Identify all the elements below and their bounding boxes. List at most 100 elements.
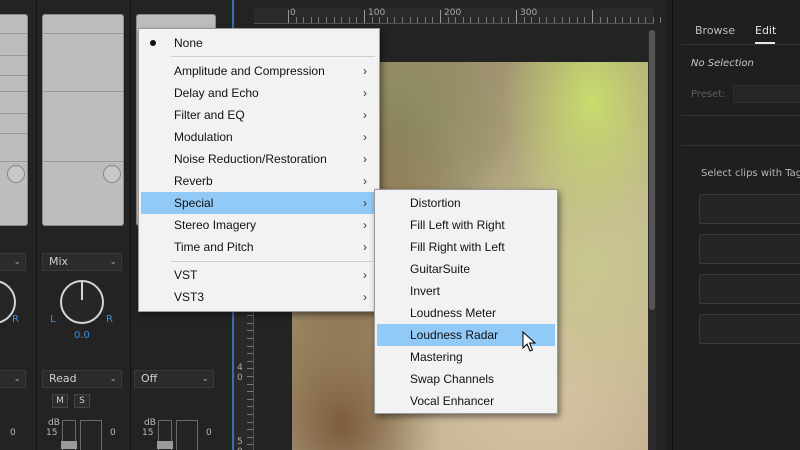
volume-fader[interactable] (61, 420, 77, 450)
special-submenu: Distortion Fill Left with Right Fill Rig… (374, 189, 558, 414)
ruler-tick (592, 10, 593, 23)
db-scale-0: 0 (206, 428, 212, 438)
ruler-tick (247, 360, 253, 362)
effect-rack-slot[interactable] (0, 14, 28, 226)
menu-item-label: Modulation (174, 130, 233, 144)
submenu-item-fill-left[interactable]: Fill Left with Right (377, 214, 555, 236)
vertical-ruler: 4 0 5 0 (234, 300, 254, 450)
preset-dropdown[interactable] (733, 85, 800, 103)
ruler-tick (247, 398, 253, 400)
ruler-tick (247, 322, 253, 324)
menu-item-label: None (174, 36, 203, 50)
submenu-arrow-icon: › (363, 130, 367, 144)
menu-item-none[interactable]: None (141, 32, 377, 54)
menu-item-time-pitch[interactable]: Time and Pitch › (141, 236, 377, 258)
ruler-tick (455, 17, 457, 23)
ruler-tick (645, 17, 647, 23)
automation-value: Off (141, 372, 158, 385)
submenu-item-loudness-meter[interactable]: Loudness Meter (377, 302, 555, 324)
menu-item-special[interactable]: Special › (141, 192, 377, 214)
submenu-item-guitarsuite[interactable]: GuitarSuite (377, 258, 555, 280)
ruler-tick (310, 17, 312, 23)
menu-item-label: Special (174, 196, 214, 210)
ruler-tick (447, 17, 449, 23)
mute-button[interactable]: M (52, 394, 68, 408)
ruler-tick (247, 414, 253, 415)
automation-dropdown[interactable]: ⌄ (0, 370, 26, 388)
pan-knob[interactable] (60, 280, 104, 324)
ruler-tick (247, 345, 253, 347)
menu-item-filter[interactable]: Filter and EQ › (141, 104, 377, 126)
submenu-item-fill-right[interactable]: Fill Right with Left (377, 236, 555, 258)
menu-item-label: Vocal Enhancer (410, 394, 495, 408)
automation-dropdown[interactable]: Read ⌄ (42, 370, 122, 388)
ruler-tick (599, 17, 601, 23)
submenu-item-invert[interactable]: Invert (377, 280, 555, 302)
channel-mode-dropdown[interactable]: ⌄ (0, 253, 26, 271)
menu-item-label: Time and Pitch (174, 240, 254, 254)
ruler-tick (341, 17, 343, 23)
menu-item-delay[interactable]: Delay and Echo › (141, 82, 377, 104)
ruler-tick (630, 17, 631, 23)
menu-item-reverb[interactable]: Reverb › (141, 170, 377, 192)
slot-knob[interactable] (103, 165, 121, 183)
menu-item-label: Delay and Echo (174, 86, 259, 100)
submenu-item-distortion[interactable]: Distortion (377, 192, 555, 214)
ruler-tick (508, 17, 510, 23)
selection-status: No Selection (691, 58, 754, 69)
ruler-tick (523, 17, 525, 23)
tab-edit[interactable]: Edit (755, 24, 776, 37)
ruler-tick (470, 17, 472, 23)
ruler-label: 4 (237, 363, 243, 373)
submenu-arrow-icon: › (363, 218, 367, 232)
ruler-tick (247, 406, 253, 408)
volume-fader[interactable] (157, 420, 173, 450)
menu-item-vst3[interactable]: VST3 › (141, 286, 377, 308)
submenu-arrow-icon: › (363, 290, 367, 304)
channel-mode-dropdown[interactable]: Mix ⌄ (42, 253, 122, 271)
ruler-tick (394, 17, 396, 23)
menu-item-noise-reduction[interactable]: Noise Reduction/Restoration › (141, 148, 377, 170)
ruler-tick (247, 315, 253, 317)
menu-item-stereo-imagery[interactable]: Stereo Imagery › (141, 214, 377, 236)
ruler-tick (462, 17, 464, 23)
solo-button[interactable]: S (74, 394, 90, 408)
mouse-pointer-icon (522, 331, 537, 352)
ruler-tick (348, 17, 350, 23)
tag-row[interactable] (699, 194, 800, 224)
ruler-tick (386, 17, 388, 23)
menu-item-label: Amplitude and Compression (174, 64, 325, 78)
ruler-tick (417, 17, 419, 23)
ruler-label: 200 (444, 8, 462, 18)
db-scale-15: 15 (46, 428, 58, 438)
pan-value[interactable]: 0.0 (74, 330, 90, 341)
ruler-tick (569, 17, 571, 23)
ruler-tick (584, 17, 586, 23)
automation-dropdown[interactable]: Off ⌄ (134, 370, 214, 388)
menu-item-modulation[interactable]: Modulation › (141, 126, 377, 148)
ruler-tick (247, 383, 253, 385)
viewer-scrollbar-thumb[interactable] (649, 30, 655, 310)
slot-knob[interactable] (7, 165, 25, 183)
ruler-tick (440, 10, 441, 23)
tab-browse[interactable]: Browse (695, 24, 735, 37)
menu-item-amplitude[interactable]: Amplitude and Compression › (141, 60, 377, 82)
effects-menu: None Amplitude and Compression › Delay a… (138, 28, 380, 312)
effect-rack-slot[interactable] (42, 14, 124, 226)
tag-row[interactable] (699, 314, 800, 344)
tag-row[interactable] (699, 274, 800, 304)
submenu-item-swap-channels[interactable]: Swap Channels (377, 368, 555, 390)
ruler-tick (660, 17, 662, 23)
menu-item-vst[interactable]: VST › (141, 264, 377, 286)
ruler-tick (478, 17, 479, 23)
tag-row[interactable] (699, 234, 800, 264)
ruler-tick (364, 10, 365, 23)
ruler-tick (247, 436, 253, 438)
menu-item-label: VST3 (174, 290, 205, 304)
menu-item-label: Mastering (410, 350, 463, 364)
submenu-item-vocal-enhancer[interactable]: Vocal Enhancer (377, 390, 555, 412)
tag-hint-text: Select clips with Tag (701, 168, 800, 179)
submenu-arrow-icon: › (363, 152, 367, 166)
db-label: dB (48, 418, 60, 428)
ruler-label: 0 (237, 373, 243, 383)
